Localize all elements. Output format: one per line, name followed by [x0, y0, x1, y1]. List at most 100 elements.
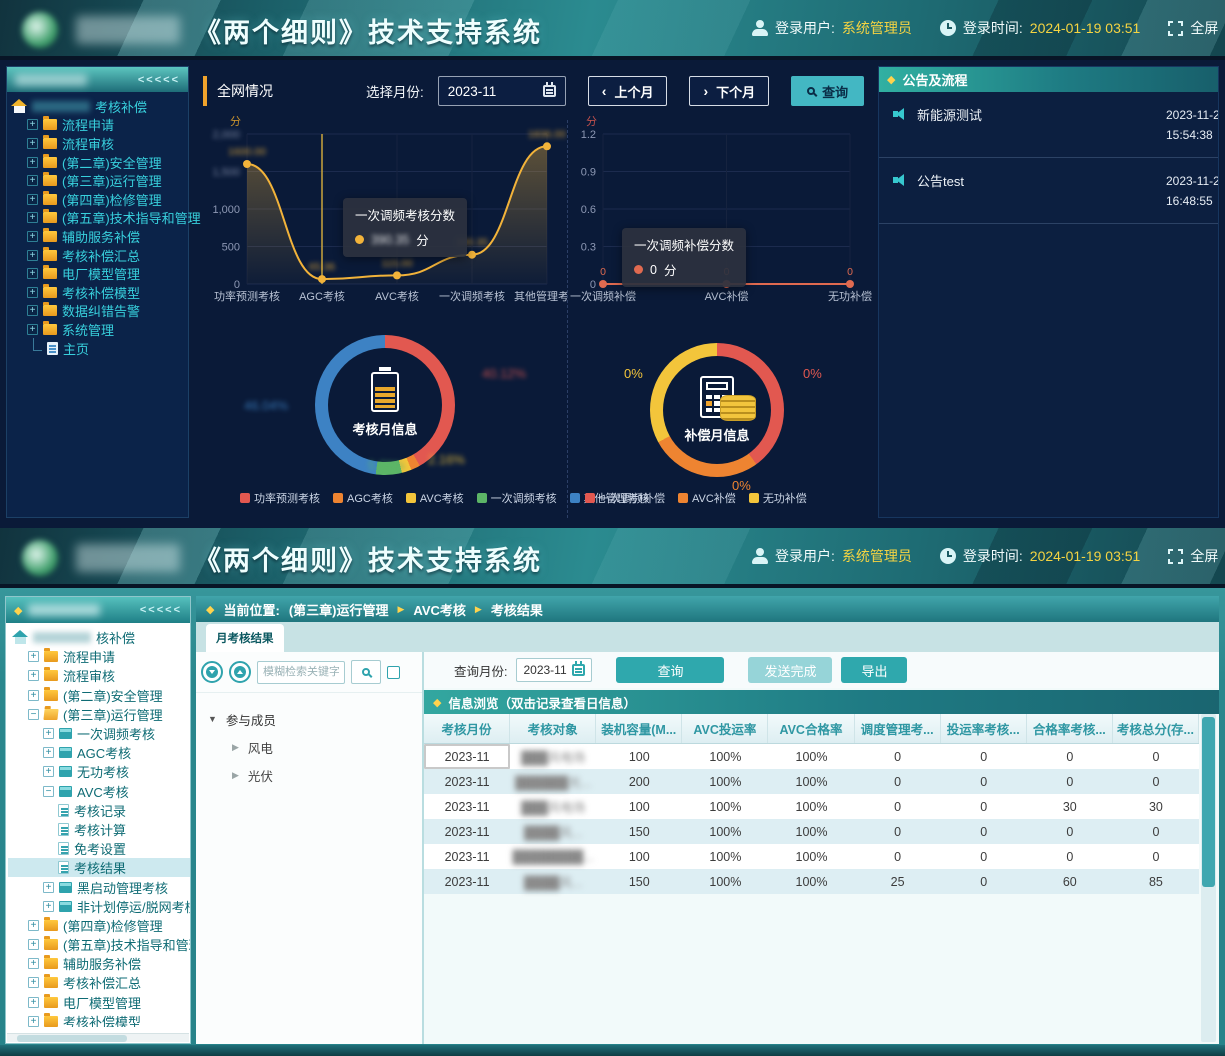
expand-icon[interactable]: +	[28, 958, 39, 969]
legend-item[interactable]: 功率预测考核	[240, 490, 320, 506]
tree-item[interactable]: +流程审核	[8, 666, 190, 685]
fullscreen-icon[interactable]	[1168, 21, 1183, 36]
tree-item[interactable]: +流程申请	[8, 647, 190, 666]
tree-item[interactable]: 考核计算	[8, 820, 190, 839]
expand-icon[interactable]: +	[28, 939, 39, 950]
legend-item[interactable]: 一次调频补偿	[585, 490, 665, 506]
legend-item[interactable]: AGC考核	[333, 490, 393, 506]
fullscreen-button[interactable]: 全屏	[1190, 546, 1218, 566]
member-tree-root[interactable]: ▼ 参与成员	[208, 705, 422, 733]
collapse-icon[interactable]: −	[43, 786, 54, 797]
expand-icon[interactable]: +	[28, 920, 39, 931]
expand-icon[interactable]: +	[27, 212, 38, 223]
tree-item[interactable]: +一次调频考核	[8, 724, 190, 743]
tree-item[interactable]: +(第四章)检修管理	[7, 190, 188, 209]
tree-item[interactable]: +(第五章)技术指导和管理	[8, 935, 190, 954]
tree-item[interactable]: 考核结果	[8, 858, 190, 877]
search-button[interactable]	[351, 660, 381, 684]
tree-item[interactable]: 免考设置	[8, 839, 190, 858]
legend-item[interactable]: 一次调频考核	[477, 490, 557, 506]
tree-item[interactable]: +(第三章)运行管理	[7, 171, 188, 190]
tree-item[interactable]: 核补偿	[8, 628, 190, 647]
tree-item[interactable]: +(第二章)安全管理	[8, 686, 190, 705]
legend-item[interactable]: AVC补偿	[678, 490, 736, 506]
tree-item[interactable]: +考核补偿模型	[8, 1012, 190, 1027]
tree-item[interactable]: +数据纠错告警	[7, 302, 188, 321]
expand-icon[interactable]: +	[27, 157, 38, 168]
expand-icon[interactable]: +	[28, 651, 39, 662]
query-month-picker[interactable]: 2023-11	[516, 658, 592, 682]
checkbox[interactable]	[387, 666, 400, 679]
tree-item[interactable]: +考核补偿汇总	[8, 973, 190, 992]
table-row[interactable]: 2023-11██████光...200100%100%0000	[424, 769, 1199, 794]
month-picker[interactable]: 2023-11	[438, 76, 566, 106]
expand-icon[interactable]: +	[27, 250, 38, 261]
expand-icon[interactable]: +	[27, 305, 38, 316]
sidebar-collapse-arrows[interactable]: <<<<<	[138, 74, 180, 86]
tree-item[interactable]: +辅助服务补偿	[8, 954, 190, 973]
breadcrumb-item[interactable]: 考核结果	[491, 600, 543, 619]
query-button[interactable]: 查询	[616, 657, 724, 683]
fullscreen-button[interactable]: 全屏	[1190, 18, 1218, 38]
expand-icon[interactable]: +	[43, 901, 54, 912]
tree-item[interactable]: +流程申请	[7, 116, 188, 135]
column-header[interactable]: 考核月份	[424, 714, 510, 743]
breadcrumb-item[interactable]: (第三章)运行管理	[289, 600, 389, 619]
tree-item[interactable]: +辅助服务补偿	[7, 227, 188, 246]
announcement-item[interactable]: 公告test2023-11-2116:48:55	[879, 158, 1218, 224]
tree-item[interactable]: 考核记录	[8, 801, 190, 820]
expand-icon[interactable]: +	[28, 1016, 39, 1027]
tree-item[interactable]: +流程审核	[7, 134, 188, 153]
expand-icon[interactable]: +	[27, 175, 38, 186]
expand-icon[interactable]: +	[28, 670, 39, 681]
table-row[interactable]: 2023-11████风...150100%100%2506085	[424, 869, 1199, 894]
tree-item[interactable]: +系统管理	[7, 320, 188, 339]
expand-all-button[interactable]	[201, 661, 223, 683]
table-row[interactable]: 2023-11████████...100100%100%0000	[424, 844, 1199, 869]
sidebar-collapse-arrows[interactable]: <<<<<	[140, 604, 182, 616]
tree-item[interactable]: +(第四章)检修管理	[8, 916, 190, 935]
tree-item[interactable]: +黑启动管理考核	[8, 877, 190, 896]
tree-item[interactable]: +(第二章)安全管理	[7, 153, 188, 172]
expand-icon[interactable]: +	[27, 138, 38, 149]
tree-item[interactable]: +(第五章)技术指导和管理	[7, 209, 188, 228]
tree-item[interactable]: +电厂模型管理	[7, 264, 188, 283]
collapse-all-button[interactable]	[229, 661, 251, 683]
column-header[interactable]: 考核对象	[510, 714, 596, 743]
expand-icon[interactable]: +	[27, 194, 38, 205]
expand-icon[interactable]: +	[28, 690, 39, 701]
expand-icon[interactable]: +	[28, 997, 39, 1008]
prev-month-button[interactable]: ‹ 上个月	[588, 76, 668, 106]
column-header[interactable]: 合格率考核...	[1027, 714, 1113, 743]
scrollbar-thumb[interactable]	[1202, 717, 1215, 887]
expand-icon[interactable]: +	[43, 882, 54, 893]
tree-item[interactable]: 考核补偿	[7, 97, 188, 116]
tree-item[interactable]: −(第三章)运行管理	[8, 705, 190, 724]
expand-icon[interactable]: +	[27, 268, 38, 279]
tree-item[interactable]: +电厂模型管理	[8, 993, 190, 1012]
expand-icon[interactable]: +	[43, 747, 54, 758]
expand-icon[interactable]: +	[27, 287, 38, 298]
column-header[interactable]: AVC合格率	[768, 714, 854, 743]
column-header[interactable]: AVC投运率	[682, 714, 768, 743]
member-tree-item[interactable]: ▶ 风电	[208, 733, 422, 761]
announcement-item[interactable]: 新能源测试2023-11-2215:54:38	[879, 92, 1218, 158]
tree-item[interactable]: +非计划停运/脱网考核	[8, 897, 190, 916]
breadcrumb-item[interactable]: AVC考核	[413, 600, 465, 619]
export-button[interactable]: 导出	[841, 657, 907, 683]
member-tree-item[interactable]: ▶ 光伏	[208, 761, 422, 789]
collapse-icon[interactable]: −	[28, 709, 39, 720]
column-header[interactable]: 调度管理考...	[855, 714, 941, 743]
expand-icon[interactable]: +	[43, 728, 54, 739]
column-header[interactable]: 装机容量(M...	[596, 714, 682, 743]
tree-item[interactable]: +考核补偿汇总	[7, 246, 188, 265]
scrollbar-thumb[interactable]	[17, 1035, 127, 1042]
tree-item[interactable]: +AGC考核	[8, 743, 190, 762]
table-row[interactable]: 2023-11████风...150100%100%0000	[424, 819, 1199, 844]
column-header[interactable]: 考核总分(存...	[1113, 714, 1199, 743]
query-button[interactable]: 查询	[791, 76, 864, 106]
send-complete-button[interactable]: 发送完成	[748, 657, 832, 683]
table-row[interactable]: 2023-11███风电场100100%100%003030	[424, 794, 1199, 819]
expand-icon[interactable]: +	[28, 977, 39, 988]
fullscreen-icon[interactable]	[1168, 549, 1183, 564]
